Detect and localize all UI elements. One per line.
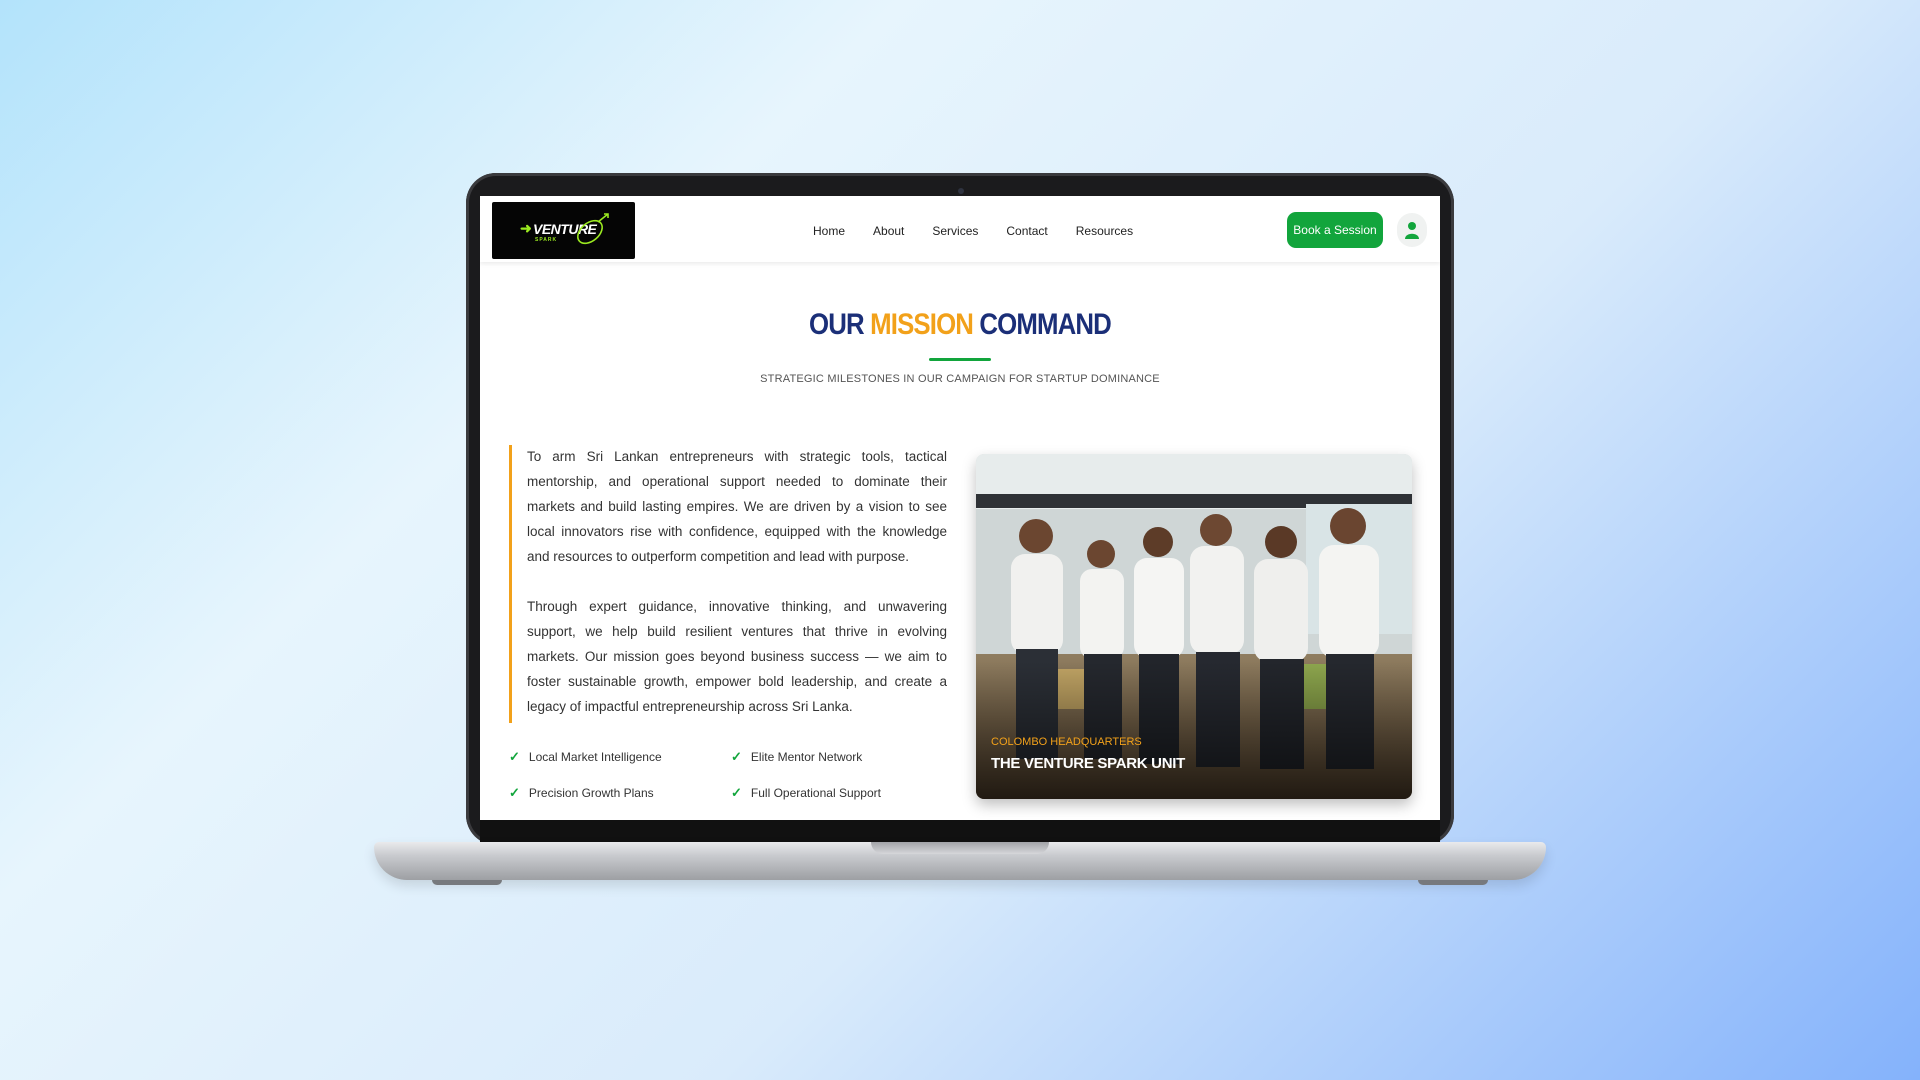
feature-label: Local Market Intelligence xyxy=(528,750,662,764)
feature-item: ✓ Local Market Intelligence xyxy=(509,749,662,765)
mission-paragraph: Through expert guidance, innovative thin… xyxy=(527,599,947,714)
check-icon: ✓ xyxy=(731,785,742,800)
laptop-foot xyxy=(1418,880,1488,885)
feature-item: ✓ Full Operational Support xyxy=(731,785,881,801)
nav-services[interactable]: Services xyxy=(932,224,978,238)
mission-paragraph: To arm Sri Lankan entrepreneurs with str… xyxy=(527,449,947,564)
mission-statement: To arm Sri Lankan entrepreneurs with str… xyxy=(527,444,947,744)
nav-contact[interactable]: Contact xyxy=(1006,224,1047,238)
check-icon: ✓ xyxy=(509,749,520,764)
nav-about[interactable]: About xyxy=(873,224,904,238)
section-title: OUR MISSION COMMAND xyxy=(547,308,1373,342)
laptop-foot xyxy=(432,880,502,885)
logo-swoosh-icon xyxy=(577,213,609,245)
feature-item: ✓ Elite Mentor Network xyxy=(731,749,862,765)
book-session-button[interactable]: Book a Session xyxy=(1287,212,1383,248)
check-icon: ✓ xyxy=(731,749,742,764)
title-underline xyxy=(929,358,991,361)
team-photo-card: COLOMBO HEADQUARTERS THE VENTURE SPARK U… xyxy=(976,454,1412,799)
nav-home[interactable]: Home xyxy=(813,224,845,238)
screen-bezel xyxy=(480,820,1440,842)
title-accent: MISSION xyxy=(870,308,974,341)
title-part-1: OUR xyxy=(809,308,865,341)
feature-label: Precision Growth Plans xyxy=(528,786,654,800)
mission-accent-border xyxy=(509,445,512,723)
photo-caption-kicker: COLOMBO HEADQUARTERS xyxy=(991,736,1142,748)
section-subtitle: STRATEGIC MILESTONES IN OUR CAMPAIGN FOR… xyxy=(760,373,1160,385)
check-icon: ✓ xyxy=(509,785,520,800)
title-part-2: COMMAND xyxy=(979,308,1111,341)
logo-arrow-icon: ➜ xyxy=(520,220,532,236)
photo-caption-title: THE VENTURE SPARK UNIT xyxy=(991,755,1185,772)
logo[interactable]: ➜ VENTURE SPARK xyxy=(492,202,635,259)
nav-resources[interactable]: Resources xyxy=(1076,224,1133,238)
laptop-notch xyxy=(871,842,1049,854)
user-account-button[interactable] xyxy=(1397,213,1427,247)
browser-screen: ➜ VENTURE SPARK Home About Services Cont… xyxy=(480,196,1440,820)
user-icon xyxy=(1405,222,1419,239)
nav-links: Home About Services Contact Resources xyxy=(813,224,1133,238)
camera xyxy=(958,188,964,194)
navbar: ➜ VENTURE SPARK Home About Services Cont… xyxy=(480,196,1440,262)
logo-subtext: SPARK xyxy=(535,237,558,243)
feature-label: Full Operational Support xyxy=(750,786,881,800)
feature-item: ✓ Precision Growth Plans xyxy=(509,785,654,801)
feature-label: Elite Mentor Network xyxy=(750,750,863,764)
